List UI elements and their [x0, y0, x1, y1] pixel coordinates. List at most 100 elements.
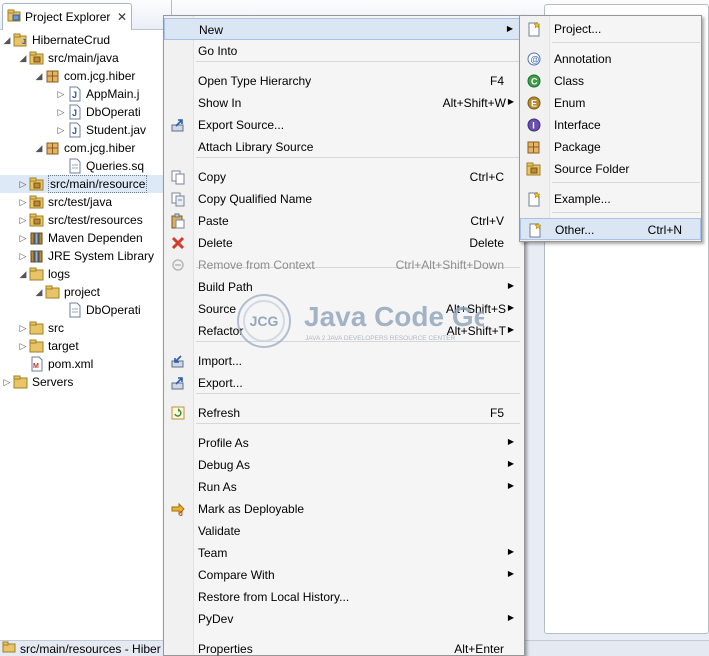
- tree-item[interactable]: ▷ J DbOperati: [0, 103, 172, 121]
- menu-item-paste[interactable]: Paste Ctrl+V: [164, 210, 524, 232]
- collapsed-arrow-icon[interactable]: ▷: [18, 323, 28, 334]
- context-menu: New ▶ Go Into Open Type Hierarchy F4 Show In A…: [163, 15, 525, 656]
- svg-text:J: J: [72, 108, 77, 118]
- collapsed-arrow-icon[interactable]: ▷: [18, 233, 28, 244]
- tree-item[interactable]: ◢ com.jcg.hiber: [0, 67, 172, 85]
- tree-item[interactable]: ◢ com.jcg.hiber: [0, 139, 172, 157]
- menu-item-label: Copy: [198, 170, 227, 184]
- menu-item-build-path[interactable]: Build Path ▶: [164, 276, 524, 298]
- menu-item-export[interactable]: Export...: [164, 372, 524, 394]
- menu-item-show-in[interactable]: Show In Alt+Shift+W ▶: [164, 92, 524, 114]
- submenu-arrow-icon: ▶: [506, 24, 513, 33]
- java-file-icon: J: [67, 122, 83, 138]
- submenu-item-project[interactable]: Project...: [520, 18, 701, 40]
- submenu-item-package[interactable]: Package: [520, 136, 701, 158]
- menu-item-debug-as[interactable]: Debug As ▶: [164, 454, 524, 476]
- menu-item-shortcut: F4: [489, 74, 504, 88]
- collapsed-arrow-icon[interactable]: ▷: [18, 197, 28, 208]
- svg-text:I: I: [532, 121, 535, 131]
- collapsed-arrow-icon[interactable]: ▷: [18, 215, 28, 226]
- tree-item[interactable]: ▷ J Student.jav: [0, 121, 172, 139]
- menu-item-label: Refresh: [198, 406, 241, 420]
- paste-icon: [170, 213, 186, 229]
- tree-item[interactable]: ◢ project: [0, 283, 172, 301]
- tree-item[interactable]: ▷ J AppMain.j: [0, 85, 172, 103]
- menu-item-profile-as[interactable]: Profile As ▶: [164, 432, 524, 454]
- menu-item-shortcut: F5: [489, 406, 504, 420]
- menu-item-source[interactable]: Source Alt+Shift+S ▶: [164, 298, 524, 320]
- menu-item-pydev[interactable]: PyDev ▶: [164, 608, 524, 630]
- collapsed-arrow-icon[interactable]: ▷: [56, 125, 66, 136]
- menu-item-label: Build Path: [198, 280, 253, 294]
- collapsed-arrow-icon[interactable]: ▷: [56, 107, 66, 118]
- menu-item-refresh[interactable]: Refresh F5: [164, 402, 524, 424]
- submenu-item-other[interactable]: Other... Ctrl+N: [520, 218, 701, 240]
- submenu-item-interface[interactable]: I Interface: [520, 114, 701, 136]
- tree-item[interactable]: DbOperati: [0, 301, 172, 319]
- submenu-arrow-icon: ▶: [507, 325, 514, 334]
- package-icon: [526, 139, 542, 155]
- menu-item-label: Source: [198, 302, 237, 316]
- collapsed-arrow-icon[interactable]: ▷: [56, 89, 66, 100]
- tree-item[interactable]: ◢ logs: [0, 265, 172, 283]
- tree-item[interactable]: ▷ src/main/resource: [0, 175, 172, 193]
- tree-item[interactable]: ◢ J HibernateCrud: [0, 31, 172, 49]
- tree-item[interactable]: ◢ src/main/java: [0, 49, 172, 67]
- tree-item[interactable]: ▷ Servers: [0, 373, 172, 391]
- menu-item-label: PyDev: [198, 612, 234, 626]
- tree-item[interactable]: ▷ src/test/java: [0, 193, 172, 211]
- menu-item-open-type-hierarchy[interactable]: Open Type Hierarchy F4: [164, 70, 524, 92]
- submenu-item-class[interactable]: C Class: [520, 70, 701, 92]
- collapsed-arrow-icon[interactable]: ▷: [18, 341, 28, 352]
- menu-item-import[interactable]: Import...: [164, 350, 524, 372]
- menu-item-refactor[interactable]: Refactor Alt+Shift+T ▶: [164, 320, 524, 342]
- tree-item[interactable]: Mpom.xml: [0, 355, 172, 373]
- menu-item-shortcut: Alt+Shift+S: [445, 302, 506, 316]
- menu-item-validate[interactable]: Validate: [164, 520, 524, 542]
- collapsed-arrow-icon[interactable]: ▷: [2, 377, 12, 388]
- menu-item-copy-qualified-name[interactable]: Copy Qualified Name: [164, 188, 524, 210]
- tree-item-label: Servers: [32, 375, 74, 389]
- menu-item-label: Annotation: [554, 52, 612, 66]
- expanded-arrow-icon[interactable]: ◢: [2, 35, 12, 46]
- menu-item-mark-as-deployable[interactable]: J Mark as Deployable: [164, 498, 524, 520]
- menu-item-run-as[interactable]: Run As ▶: [164, 476, 524, 498]
- svg-text:@: @: [531, 55, 540, 65]
- tree-item[interactable]: ▷ JRE System Library: [0, 247, 172, 265]
- tree-item[interactable]: ▷ src: [0, 319, 172, 337]
- menu-item-delete[interactable]: Delete Delete: [164, 232, 524, 254]
- expanded-arrow-icon[interactable]: ◢: [34, 71, 44, 82]
- tree-item-label: HibernateCrud: [32, 33, 111, 47]
- menu-item-go-into[interactable]: Go Into: [164, 40, 524, 62]
- tab-project-explorer[interactable]: Project Explorer ✕: [2, 3, 132, 30]
- expanded-arrow-icon[interactable]: ◢: [34, 287, 44, 298]
- menu-item-properties[interactable]: Properties Alt+Enter: [164, 638, 524, 656]
- menu-item-label: Remove from Context: [198, 258, 315, 272]
- menu-item-label: Enum: [554, 96, 586, 110]
- tree-item[interactable]: ▷ Maven Dependen: [0, 229, 172, 247]
- expanded-arrow-icon[interactable]: ◢: [18, 53, 28, 64]
- menu-item-team[interactable]: Team ▶: [164, 542, 524, 564]
- tree-item[interactable]: Queries.sq: [0, 157, 172, 175]
- menu-item-label: Project...: [554, 22, 602, 36]
- menu-item-new[interactable]: New ▶: [164, 18, 524, 40]
- menu-item-label: New: [199, 23, 224, 37]
- menu-item-compare-with[interactable]: Compare With ▶: [164, 564, 524, 586]
- tree-item[interactable]: ▷ target: [0, 337, 172, 355]
- expanded-arrow-icon[interactable]: ◢: [18, 269, 28, 280]
- submenu-item-source-folder[interactable]: Source Folder: [520, 158, 701, 180]
- tree-item[interactable]: ▷ src/test/resources: [0, 211, 172, 229]
- expanded-arrow-icon[interactable]: ◢: [34, 143, 44, 154]
- collapsed-arrow-icon[interactable]: ▷: [18, 251, 28, 262]
- menu-item-restore-from-local-history[interactable]: Restore from Local History...: [164, 586, 524, 608]
- submenu-item-example[interactable]: Example...: [520, 188, 701, 210]
- collapsed-arrow-icon[interactable]: ▷: [18, 179, 28, 190]
- tree-item-label: logs: [48, 267, 71, 281]
- menu-item-label: Mark as Deployable: [198, 502, 305, 516]
- menu-item-export-source[interactable]: Export Source...: [164, 114, 524, 136]
- menu-item-attach-library-source[interactable]: Attach Library Source: [164, 136, 524, 158]
- submenu-item-enum[interactable]: E Enum: [520, 92, 701, 114]
- close-icon[interactable]: ✕: [117, 10, 127, 24]
- submenu-item-annotation[interactable]: @ Annotation: [520, 48, 701, 70]
- menu-item-copy[interactable]: Copy Ctrl+C: [164, 166, 524, 188]
